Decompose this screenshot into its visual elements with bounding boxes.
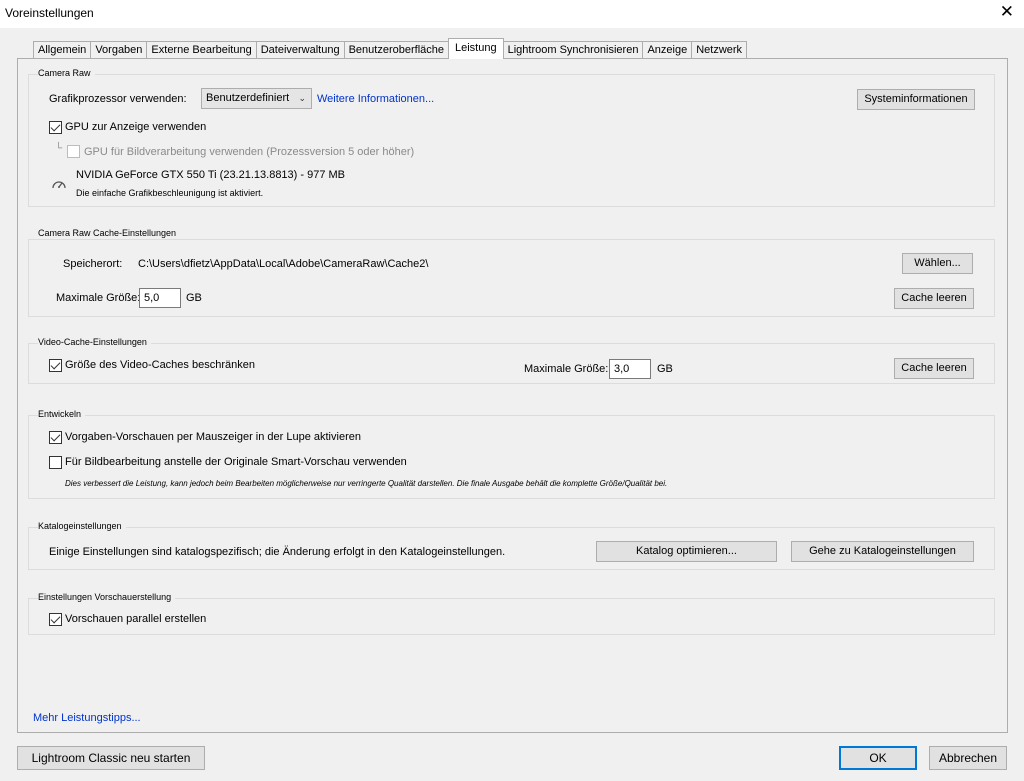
title-bar: Voreinstellungen ✕ xyxy=(0,0,1024,28)
gpu-select[interactable]: Benutzerdefiniert ⌄ xyxy=(201,88,312,109)
clear-cache-button[interactable]: Cache leeren xyxy=(894,288,974,309)
tree-branch-icon: └ xyxy=(55,143,63,154)
catalog-description: Einige Einstellungen sind katalogspezifi… xyxy=(49,546,506,558)
gpu-name: NVIDIA GeForce GTX 550 Ti (23.21.13.8813… xyxy=(76,169,346,181)
video-cache-limit-label: Größe des Video-Caches beschränken xyxy=(65,359,255,371)
gpu-status: Die einfache Grafikbeschleunigung ist ak… xyxy=(76,188,264,198)
video-cache-limit-checkbox[interactable] xyxy=(49,359,62,372)
preset-preview-label: Vorgaben-Vorschauen per Mauszeiger in de… xyxy=(65,431,361,443)
parallel-preview-checkbox[interactable] xyxy=(49,613,62,626)
preview-group-label: Einstellungen Vorschauerstellung xyxy=(38,592,176,603)
clear-video-cache-button[interactable]: Cache leeren xyxy=(894,358,974,379)
cache-max-size-label: Maximale Größe: xyxy=(56,292,141,304)
tab-bar: Allgemein Vorgaben Externe Bearbeitung Date… xyxy=(33,38,748,59)
parallel-preview-label: Vorschauen parallel erstellen xyxy=(65,613,207,625)
tab-lightroom-synchronisieren[interactable]: Lightroom Synchronisieren xyxy=(502,41,644,59)
cache-group-label: Camera Raw Cache-Einstellungen xyxy=(38,228,181,239)
gpu-processing-label: GPU für Bildverarbeitung verwenden (Proz… xyxy=(84,146,415,158)
tab-externe-bearbeitung[interactable]: Externe Bearbeitung xyxy=(146,41,257,59)
window-title: Voreinstellungen xyxy=(5,6,94,20)
optimize-catalog-button[interactable]: Katalog optimieren... xyxy=(596,541,777,562)
gpu-select-label: Grafikprozessor verwenden: xyxy=(49,93,187,105)
cancel-button[interactable]: Abbrechen xyxy=(929,746,1007,770)
catalog-group-label: Katalogeinstellungen xyxy=(38,521,126,532)
speedometer-icon xyxy=(52,181,66,189)
restart-lightroom-button[interactable]: Lightroom Classic neu starten xyxy=(17,746,205,770)
ok-button[interactable]: OK xyxy=(839,746,917,770)
performance-panel: Camera Raw Grafikprozessor verwenden: Be… xyxy=(17,58,1008,733)
goto-catalog-settings-button[interactable]: Gehe zu Katalogeinstellungen xyxy=(791,541,974,562)
choose-location-button[interactable]: Wählen... xyxy=(902,253,973,274)
gpu-select-value: Benutzerdefiniert xyxy=(206,92,290,104)
more-info-link[interactable]: Weitere Informationen... xyxy=(317,93,434,105)
camera-raw-group-label: Camera Raw xyxy=(38,68,95,79)
tab-anzeige[interactable]: Anzeige xyxy=(642,41,693,59)
tab-vorgaben[interactable]: Vorgaben xyxy=(90,41,148,59)
chevron-down-icon: ⌄ xyxy=(298,93,306,103)
video-cache-group-label: Video-Cache-Einstellungen xyxy=(38,337,151,348)
tab-allgemein[interactable]: Allgemein xyxy=(33,41,92,59)
cache-unit: GB xyxy=(186,292,202,304)
tab-benutzeroberfläche[interactable]: Benutzeroberfläche xyxy=(343,41,449,59)
cache-location-label: Speicherort: xyxy=(63,258,123,270)
video-cache-max-size-label: Maximale Größe: xyxy=(524,363,609,375)
cache-max-size-input[interactable]: 5,0 xyxy=(139,288,181,308)
gpu-display-label: GPU zur Anzeige verwenden xyxy=(65,121,207,133)
more-tips-link[interactable]: Mehr Leistungstipps... xyxy=(33,712,141,724)
develop-group-label: Entwickeln xyxy=(38,409,86,420)
smart-preview-label: Für Bildbearbeitung anstelle der Origina… xyxy=(65,456,407,468)
system-info-button[interactable]: Systeminformationen xyxy=(857,89,975,110)
cache-location-value: C:\Users\dfietz\AppData\Local\Adobe\Came… xyxy=(138,258,429,270)
preset-preview-checkbox[interactable] xyxy=(49,431,62,444)
smart-preview-note: Dies verbessert die Leistung, kann jedoc… xyxy=(65,479,668,488)
tab-netzwerk[interactable]: Netzwerk xyxy=(691,41,748,59)
gpu-display-checkbox[interactable] xyxy=(49,121,62,134)
tab-dateiverwaltung[interactable]: Dateiverwaltung xyxy=(255,41,345,59)
smart-preview-checkbox[interactable] xyxy=(49,456,62,469)
gpu-processing-checkbox[interactable] xyxy=(67,145,80,158)
video-cache-max-size-input[interactable]: 3,0 xyxy=(609,359,651,379)
video-cache-unit: GB xyxy=(657,363,673,375)
close-icon[interactable]: ✕ xyxy=(1000,3,1014,20)
tab-leistung[interactable]: Leistung xyxy=(448,38,504,59)
